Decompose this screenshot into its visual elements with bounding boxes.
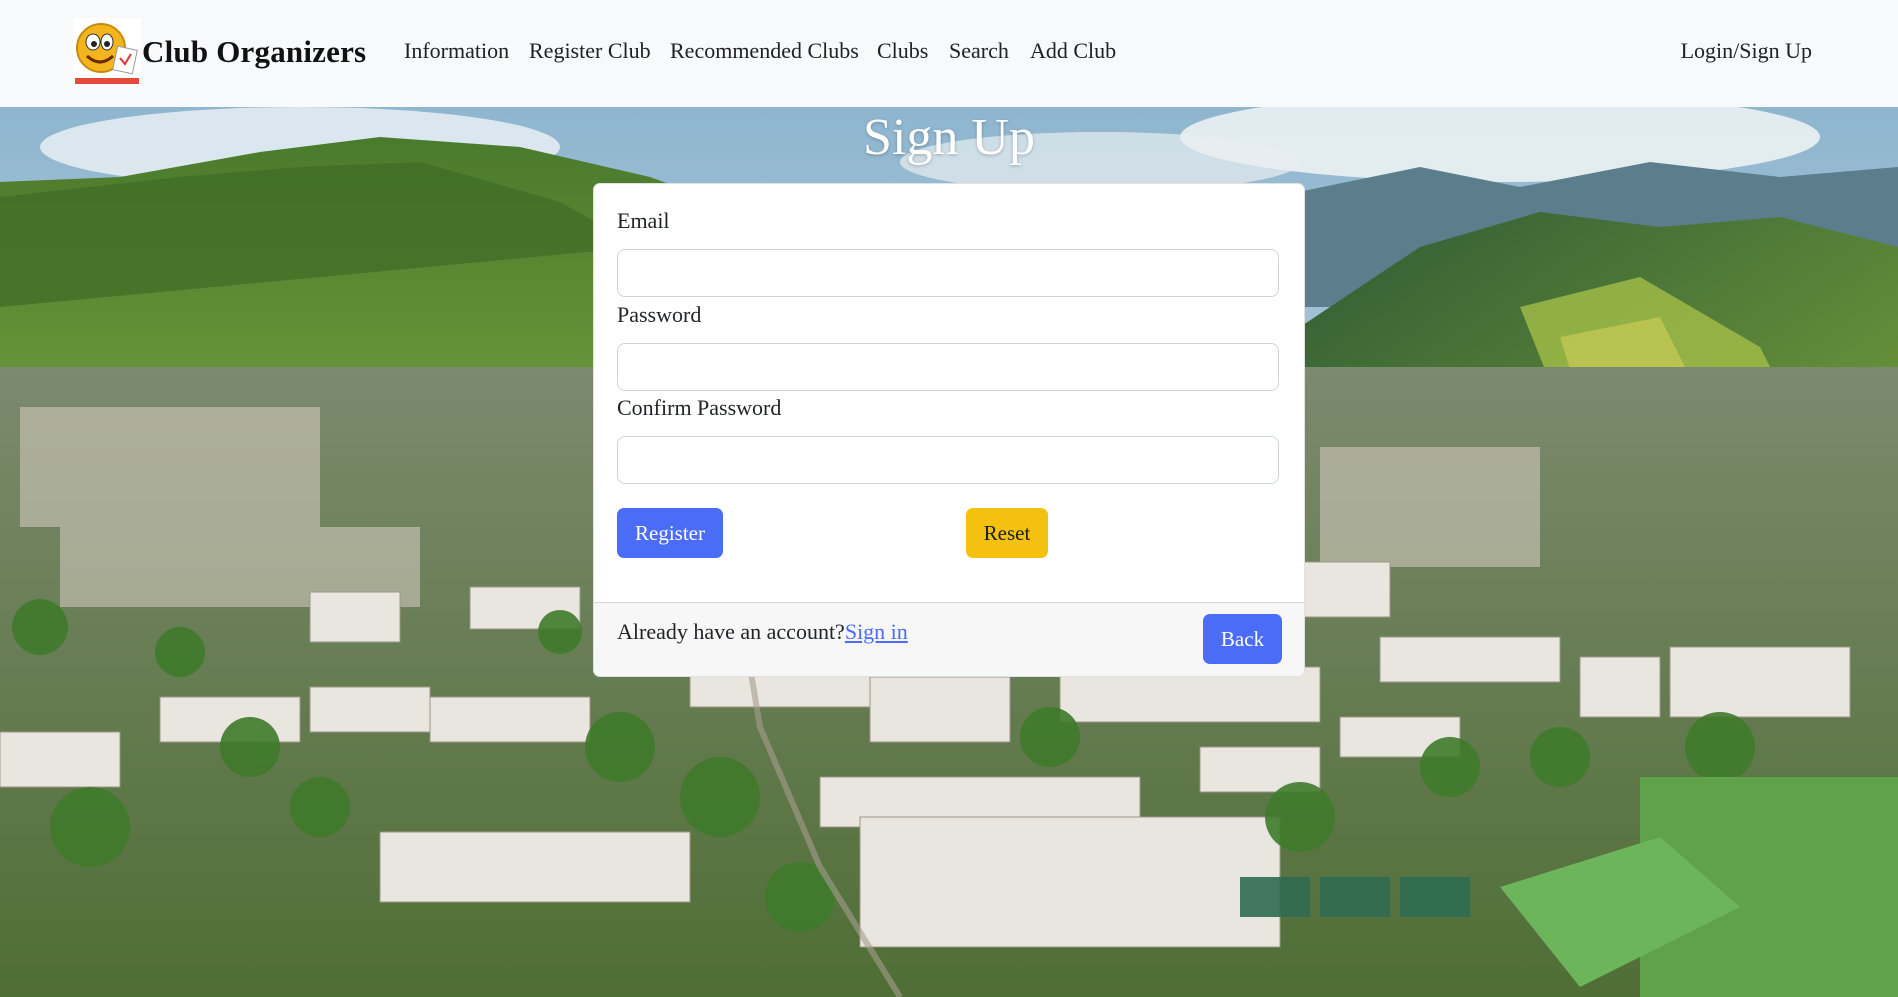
nav-clubs[interactable]: Clubs — [877, 38, 928, 64]
email-field[interactable] — [617, 249, 1279, 297]
back-button[interactable]: Back — [1203, 614, 1282, 664]
confirm-password-field[interactable] — [617, 436, 1279, 484]
signup-card: Email Password Confirm Password Register… — [593, 183, 1305, 677]
signup-form: Email Password Confirm Password Register… — [594, 184, 1304, 602]
brand[interactable]: Club Organizers — [73, 18, 366, 86]
signin-prompt: Already have an account?Sign in — [617, 619, 908, 645]
navbar: Club Organizers Information Register Clu… — [0, 0, 1898, 107]
password-label: Password — [617, 302, 702, 327]
card-footer: Already have an account?Sign in Back — [594, 602, 1304, 676]
nav-information[interactable]: Information — [404, 38, 509, 64]
signin-prompt-text: Already have an account? — [617, 619, 845, 644]
nav-recommended-clubs[interactable]: Recommended Clubs — [670, 38, 859, 64]
signin-link[interactable]: Sign in — [845, 619, 908, 644]
register-button[interactable]: Register — [617, 508, 723, 558]
brand-name: Club Organizers — [142, 34, 367, 69]
smiley-logo-icon — [73, 18, 141, 86]
page-title: Sign Up — [863, 109, 1035, 166]
nav-login-signup[interactable]: Login/Sign Up — [1681, 38, 1812, 64]
confirm-password-label: Confirm Password — [617, 395, 782, 420]
password-field[interactable] — [617, 343, 1279, 391]
reset-button[interactable]: Reset — [966, 508, 1048, 558]
nav-search[interactable]: Search — [949, 38, 1009, 64]
nav-add-club[interactable]: Add Club — [1030, 38, 1116, 64]
email-label: Email — [617, 208, 670, 233]
nav-register-club[interactable]: Register Club — [529, 38, 651, 64]
